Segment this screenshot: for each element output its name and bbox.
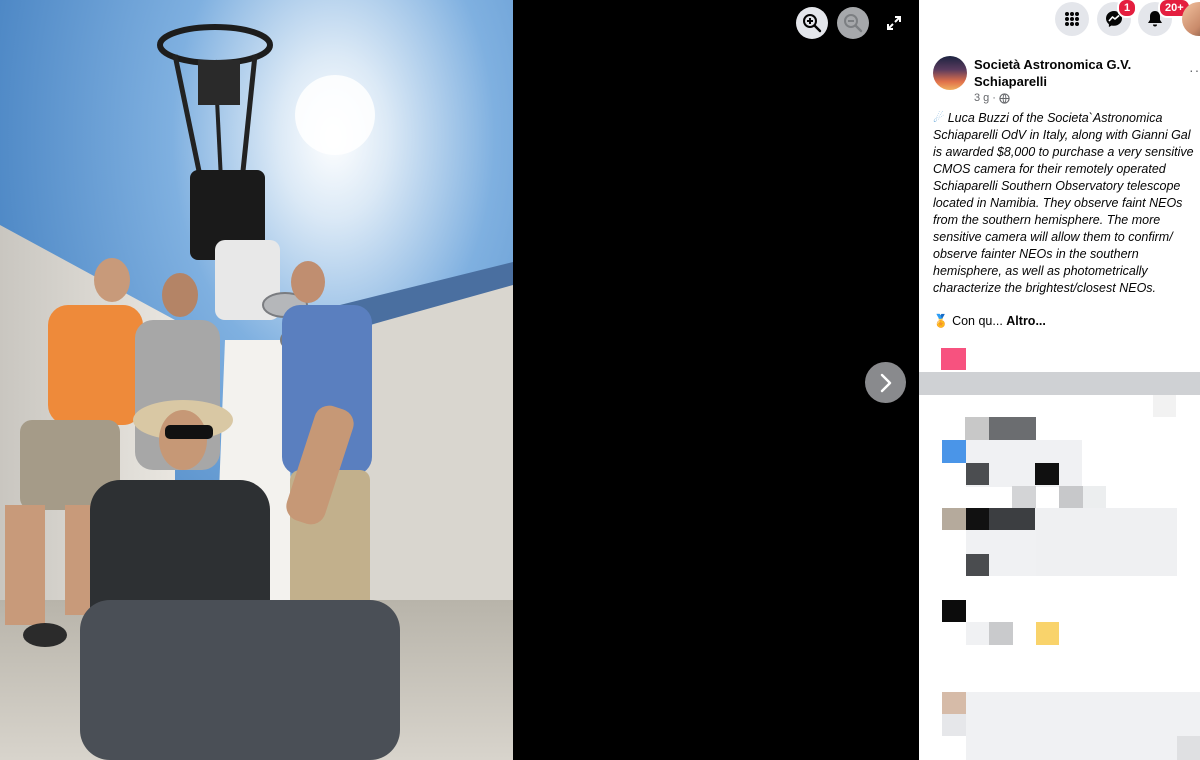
zoom-out-button[interactable] xyxy=(837,7,869,39)
page-avatar[interactable] xyxy=(933,56,967,90)
post-text: ☄ Luca Buzzi of the Societa`Astronomica … xyxy=(933,110,1200,297)
grid-menu-icon xyxy=(1065,12,1079,26)
post-more-prefix: Con qu... xyxy=(952,314,1003,328)
post-sidebar: 1 20+ Società Astronomica G.V. Schiapare… xyxy=(919,0,1200,760)
post-time[interactable]: 3 g xyxy=(974,92,989,104)
post-more-line: 🏅 Con qu... Altro... xyxy=(933,314,1046,329)
fullscreen-button[interactable] xyxy=(880,9,908,37)
chevron-right-icon xyxy=(880,373,891,392)
post-meta: 3 g · xyxy=(974,92,1010,104)
photo-viewer xyxy=(0,0,919,760)
see-more-link[interactable]: Altro... xyxy=(1006,314,1046,328)
messenger-badge: 1 xyxy=(1117,0,1138,18)
notifications-button[interactable]: 20+ xyxy=(1138,0,1191,36)
comet-icon: ☄ xyxy=(933,111,945,125)
post-options-button[interactable]: ··· xyxy=(1189,62,1200,78)
zoom-in-icon xyxy=(803,14,822,33)
page-name-link[interactable]: Società Astronomica G.V. Schiaparelli xyxy=(974,56,1154,90)
medal-icon: 🏅 xyxy=(933,314,949,328)
next-photo-button[interactable] xyxy=(865,362,906,403)
top-nav-icons: 1 20+ xyxy=(919,0,1200,40)
post-photo[interactable] xyxy=(0,0,513,760)
zoom-out-icon xyxy=(844,14,863,33)
messenger-button[interactable]: 1 xyxy=(1097,0,1138,36)
menu-button[interactable] xyxy=(1055,2,1089,36)
fullscreen-icon xyxy=(887,16,901,30)
zoom-in-button[interactable] xyxy=(796,7,828,39)
post-body: Luca Buzzi of the Societa`Astronomica Sc… xyxy=(933,111,1194,295)
meta-separator: · xyxy=(992,92,996,104)
globe-icon xyxy=(999,92,1010,104)
